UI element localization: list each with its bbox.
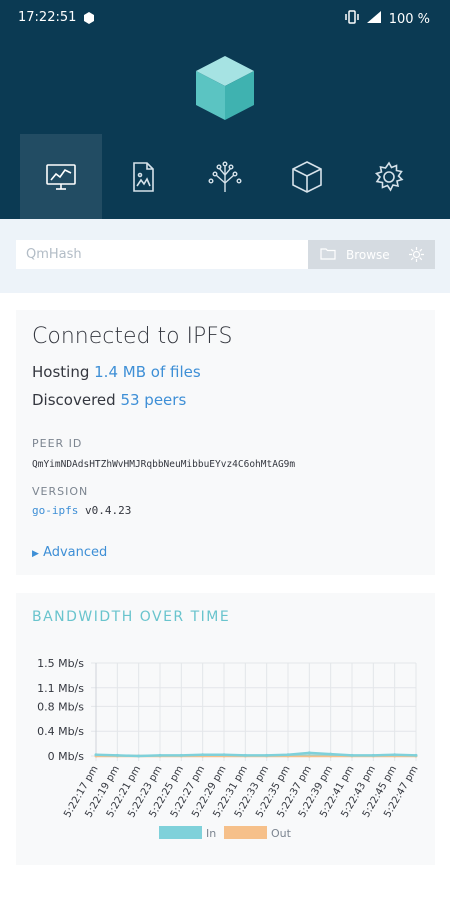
data-point-in bbox=[243, 753, 247, 757]
y-tick-label: 1.1 Mb/s bbox=[37, 682, 84, 695]
data-point-in bbox=[286, 753, 290, 757]
legend-swatch-in bbox=[159, 826, 202, 839]
data-point-in bbox=[350, 753, 354, 757]
signal-icon bbox=[365, 10, 383, 28]
tab-status[interactable] bbox=[20, 134, 102, 219]
data-point-in bbox=[201, 753, 205, 757]
status-bar: 17:22:51 100 % bbox=[0, 0, 450, 36]
browse-button[interactable]: Browse bbox=[308, 240, 435, 269]
data-point-in bbox=[393, 753, 397, 757]
data-point-in bbox=[414, 753, 418, 757]
hosting-files-link[interactable]: 1.4 MB of files bbox=[94, 363, 201, 381]
legend-label-in: In bbox=[206, 827, 216, 840]
tab-files[interactable] bbox=[102, 134, 184, 219]
advanced-toggle[interactable]: ▶ Advanced bbox=[32, 545, 107, 560]
main-nav bbox=[20, 134, 430, 219]
peer-id-value: QmYimNDAdsHTZhWvHMJRqbbNeuMibbuEYvz4C6oh… bbox=[32, 459, 296, 470]
legend-swatch-out bbox=[224, 826, 267, 839]
battery-label: 100 % bbox=[388, 11, 430, 27]
peer-id-label: PEER ID bbox=[32, 437, 83, 450]
cube-icon bbox=[292, 160, 322, 193]
browse-label: Browse bbox=[346, 247, 390, 262]
tab-explore[interactable] bbox=[184, 134, 266, 219]
data-point-in bbox=[179, 753, 183, 757]
version-number: v0.4.23 bbox=[84, 504, 132, 517]
discovered-peers-link[interactable]: 53 peers bbox=[120, 391, 186, 409]
y-tick-label: 1.5 Mb/s bbox=[37, 657, 84, 670]
data-point-in bbox=[371, 753, 375, 757]
discovered-prefix: Discovered bbox=[32, 391, 116, 409]
version-value: go-ipfs v0.4.23 bbox=[32, 504, 131, 517]
vibrate-icon bbox=[344, 10, 359, 28]
y-tick-label: 0.8 Mb/s bbox=[37, 700, 84, 713]
triangle-right-icon: ▶ bbox=[32, 549, 39, 559]
ipfs-logo-icon bbox=[196, 56, 254, 120]
ipfs-status-icon bbox=[83, 12, 95, 28]
tab-peers[interactable] bbox=[266, 134, 348, 219]
status-icons: 100 % bbox=[344, 10, 430, 28]
legend-label-out: Out bbox=[271, 827, 292, 840]
app-header bbox=[0, 36, 450, 219]
bandwidth-chart: 1.5 Mb/s1.1 Mb/s0.8 Mb/s0.4 Mb/s0 Mb/s5:… bbox=[37, 657, 421, 840]
hash-search-bar: Browse bbox=[0, 219, 450, 293]
merkle-tree-icon bbox=[208, 161, 242, 192]
connection-status-card: Connected to IPFS Hosting 1.4 MB of file… bbox=[16, 310, 435, 575]
folder-icon bbox=[320, 247, 336, 263]
tab-settings[interactable] bbox=[348, 134, 430, 219]
advanced-label: Advanced bbox=[43, 545, 108, 560]
hosting-prefix: Hosting bbox=[32, 363, 90, 381]
data-point-in bbox=[222, 753, 226, 757]
bandwidth-card: BANDWIDTH OVER TIME 1.5 Mb/s 1.1 Mb/s 0.8 … bbox=[16, 593, 435, 865]
hosting-line: Hosting 1.4 MB of files bbox=[32, 363, 201, 381]
gear-icon bbox=[374, 160, 404, 192]
hash-input[interactable] bbox=[16, 240, 308, 269]
version-name-link[interactable]: go-ipfs bbox=[32, 504, 78, 517]
data-point-in bbox=[94, 753, 98, 757]
data-point-in bbox=[158, 753, 162, 757]
data-point-in bbox=[307, 751, 311, 755]
connection-title: Connected to IPFS bbox=[32, 324, 233, 349]
spinner-icon bbox=[408, 246, 425, 266]
series-line-in bbox=[95, 751, 417, 758]
clock: 17:22:51 bbox=[18, 10, 77, 25]
y-tick-label: 0.4 Mb/s bbox=[37, 725, 84, 738]
data-point-in bbox=[115, 753, 119, 757]
monitor-chart-icon bbox=[46, 163, 76, 190]
data-point-in bbox=[137, 754, 141, 758]
version-label: VERSION bbox=[32, 485, 89, 498]
y-tick-label: 0 Mb/s bbox=[48, 750, 85, 763]
data-point-in bbox=[329, 752, 333, 756]
data-point-in bbox=[265, 753, 269, 757]
file-image-icon bbox=[133, 161, 154, 192]
discovered-line: Discovered 53 peers bbox=[32, 391, 186, 409]
